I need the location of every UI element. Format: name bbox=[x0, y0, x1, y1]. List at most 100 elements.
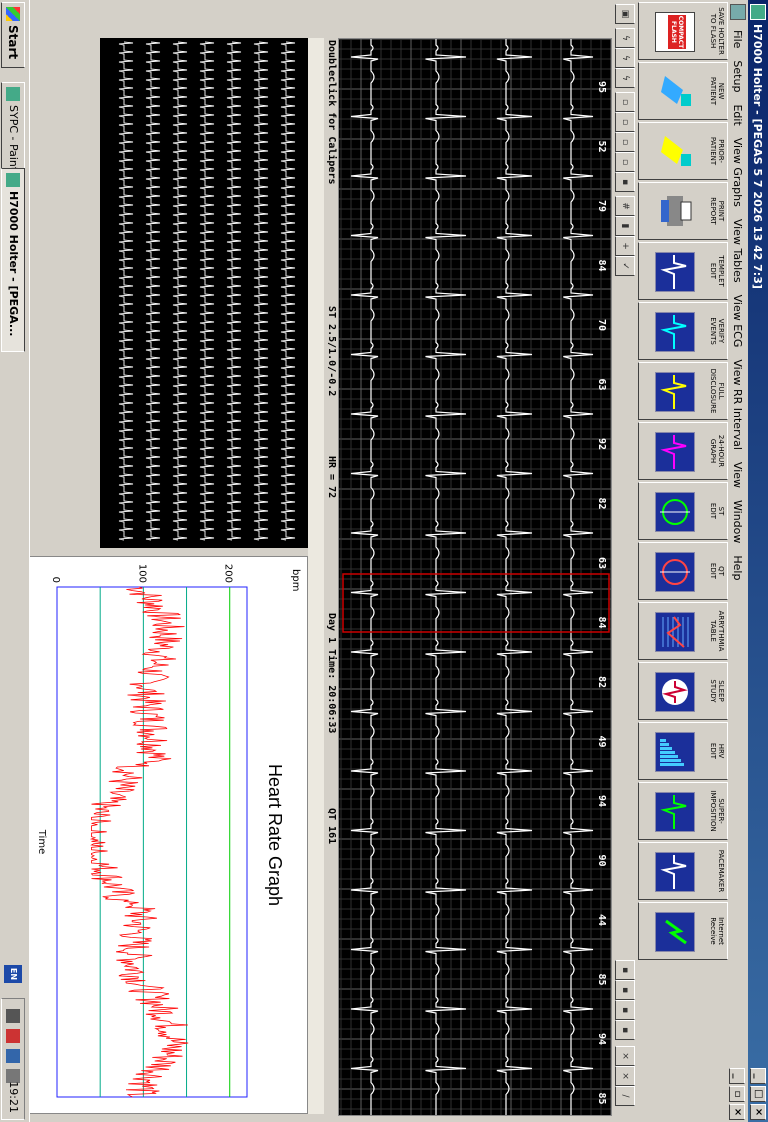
ecg-strip-panel[interactable]: 95 52 79 84 70 63 92 82 63 84 82 49 94 90 44 85 94 85 bbox=[338, 38, 612, 1116]
scale-x2-button[interactable]: × bbox=[615, 1046, 635, 1066]
close-button[interactable]: × bbox=[750, 1104, 766, 1120]
volume-icon[interactable] bbox=[6, 1049, 20, 1063]
task-holter[interactable]: H7000 Holter - [PEGA... bbox=[1, 168, 25, 352]
hr-ytick: 100 bbox=[136, 564, 147, 583]
event-button-3[interactable]: + bbox=[615, 236, 635, 256]
menu-view-graphs[interactable]: View Graphs bbox=[732, 132, 745, 213]
lead-button-3[interactable]: ϟ bbox=[615, 68, 635, 88]
qt-edit-label: QT EDIT bbox=[709, 562, 725, 580]
lead-button-2[interactable]: ϟ bbox=[615, 48, 635, 68]
event-button-2[interactable]: ▮ bbox=[615, 216, 635, 236]
ecg-lead-4 bbox=[350, 39, 379, 1115]
disclosure-trace bbox=[226, 41, 242, 541]
internet-receive-label: Internet Receive bbox=[709, 917, 725, 945]
event-button-4[interactable]: ✓ bbox=[615, 256, 635, 276]
main-toolbar: SAVE HOLTER TO FLASH COMPACT FLASH NEW PAT… bbox=[638, 0, 728, 1122]
rr-label: 84 bbox=[596, 259, 607, 271]
heart-rate-graph-panel[interactable]: Heart Rate Graph 0 100 200 bpm Time bbox=[10, 556, 308, 1114]
pacemaker-label: PACEMAKER bbox=[717, 849, 725, 893]
full-disclosure-panel[interactable] bbox=[100, 38, 308, 548]
scale-half-button[interactable]: / bbox=[615, 1086, 635, 1106]
ecg-scrollbar[interactable] bbox=[308, 38, 324, 1114]
print-report-button[interactable]: PRINT REPORT bbox=[638, 182, 728, 240]
mark-button-3[interactable]: ▫ bbox=[615, 132, 635, 152]
save-holter-label: SAVE HOLTER TO FLASH bbox=[709, 7, 725, 55]
arrhythmia-label: ARRYTHMIA TABLE bbox=[709, 610, 725, 652]
mark-button-4[interactable]: ▫ bbox=[615, 152, 635, 172]
ecg-waveforms[interactable]: 95 52 79 84 70 63 92 82 63 84 82 49 94 90 44 85 94 85 bbox=[339, 38, 612, 1115]
mark-button-1[interactable]: ▫ bbox=[615, 92, 635, 112]
hrv-icon bbox=[655, 732, 695, 772]
calipers-hint: Doubleclick for Calipers bbox=[326, 40, 337, 185]
internet-receive-icon bbox=[655, 912, 695, 952]
window-title: H7000 Holter - [PEGAS 5 7 2026 13 42 7:3… bbox=[751, 24, 765, 289]
network-icon[interactable] bbox=[6, 1029, 20, 1043]
start-button[interactable]: Start bbox=[1, 2, 25, 69]
zoom-button-2[interactable]: ▪ bbox=[615, 980, 635, 1000]
prior-patient-button[interactable]: PRIOR- PATIENT bbox=[638, 122, 728, 180]
internet-receive-button[interactable]: Internet Receive bbox=[638, 902, 728, 960]
menu-view-ecg[interactable]: View ECG bbox=[732, 289, 745, 354]
st-edit-label: ST EDIT bbox=[709, 502, 725, 520]
scale-x1-button[interactable]: × bbox=[615, 1066, 635, 1086]
new-patient-label: NEW PATIENT bbox=[709, 76, 725, 106]
window-title-bar[interactable]: H7000 Holter - [PEGAS 5 7 2026 13 42 7:3… bbox=[748, 0, 768, 1122]
menu-view[interactable]: View bbox=[732, 456, 745, 494]
rr-label: 94 bbox=[596, 795, 607, 807]
menu-view-rr-interval[interactable]: View RR Interval bbox=[732, 353, 745, 456]
zoom-button-1[interactable]: ▪ bbox=[615, 960, 635, 980]
view-toggle-button[interactable]: ▣ bbox=[615, 4, 635, 24]
sleep-study-icon bbox=[655, 672, 695, 712]
24-hour-graph-button[interactable]: 24-HOUR GRAPH bbox=[638, 422, 728, 480]
menu-edit[interactable]: Edit bbox=[732, 98, 745, 131]
menu-setup[interactable]: Setup bbox=[732, 54, 745, 98]
rr-label: 63 bbox=[596, 557, 607, 569]
rr-label: 84 bbox=[596, 616, 607, 628]
print-report-label: PRINT REPORT bbox=[709, 197, 725, 225]
rr-label: 90 bbox=[596, 854, 607, 866]
full-disclosure-icon bbox=[655, 372, 695, 412]
doc-minimize-button[interactable]: _ bbox=[729, 1068, 745, 1084]
arrhythmia-button[interactable]: ARRYTHMIA TABLE bbox=[638, 602, 728, 660]
event-button-1[interactable]: # bbox=[615, 196, 635, 216]
mark-button-2[interactable]: ▫ bbox=[615, 112, 635, 132]
lead-button-1[interactable]: ϟ bbox=[615, 28, 635, 48]
pacemaker-button[interactable]: PACEMAKER bbox=[638, 842, 728, 900]
rr-label: 49 bbox=[596, 735, 607, 747]
doc-restore-button[interactable]: ▫ bbox=[729, 1086, 745, 1102]
sleep-study-label: SLEEP STUDY bbox=[709, 679, 725, 703]
disabled-button[interactable]: ▪ bbox=[615, 172, 635, 192]
minimize-button[interactable]: _ bbox=[750, 1068, 766, 1084]
hrv-edit-button[interactable]: HRV EDIT bbox=[638, 722, 728, 780]
rr-label: 79 bbox=[596, 200, 607, 212]
arrhythmia-table-icon bbox=[655, 612, 695, 652]
language-indicator[interactable]: EN bbox=[4, 965, 22, 983]
rr-label: 52 bbox=[596, 140, 607, 152]
doc-close-button[interactable]: × bbox=[729, 1104, 745, 1120]
maximize-button[interactable]: □ bbox=[750, 1086, 766, 1102]
zoom-button-4[interactable]: ▪ bbox=[615, 1020, 635, 1040]
save-holter-button[interactable]: SAVE HOLTER TO FLASH COMPACT FLASH bbox=[638, 2, 728, 60]
superimposition-label: SUPER- IMPOSITION bbox=[709, 790, 725, 832]
system-tray: EN 19:21 bbox=[1, 965, 25, 1120]
menu-window[interactable]: Window bbox=[732, 494, 745, 549]
ecg-lead-2 bbox=[496, 39, 533, 1115]
document-icon[interactable] bbox=[730, 4, 746, 20]
zoom-button-3[interactable]: ▪ bbox=[615, 1000, 635, 1020]
full-disclosure-button[interactable]: FULL DISCLOSURE bbox=[638, 362, 728, 420]
verify-events-button[interactable]: VERIFY EVENTS bbox=[638, 302, 728, 360]
pacemaker-icon bbox=[655, 852, 695, 892]
templet-edit-button[interactable]: TEMPLET EDIT bbox=[638, 242, 728, 300]
rr-label: 92 bbox=[596, 438, 607, 450]
ecg-status-bar: Doubleclick for Calipers ST 2.5/1.0/-0.2… bbox=[324, 38, 338, 1114]
tray-arrow-icon[interactable] bbox=[6, 1009, 20, 1023]
st-edit-button[interactable]: ST EDIT bbox=[638, 482, 728, 540]
qt-edit-button[interactable]: QT EDIT bbox=[638, 542, 728, 600]
superimposition-button[interactable]: SUPER- IMPOSITION bbox=[638, 782, 728, 840]
new-patient-button[interactable]: NEW PATIENT bbox=[638, 62, 728, 120]
menu-file[interactable]: File bbox=[732, 24, 745, 54]
menu-help[interactable]: Help bbox=[732, 549, 745, 586]
templet-edit-label: TEMPLET EDIT bbox=[709, 255, 725, 287]
menu-view-tables[interactable]: View Tables bbox=[732, 213, 745, 289]
sleep-study-button[interactable]: SLEEP STUDY bbox=[638, 662, 728, 720]
